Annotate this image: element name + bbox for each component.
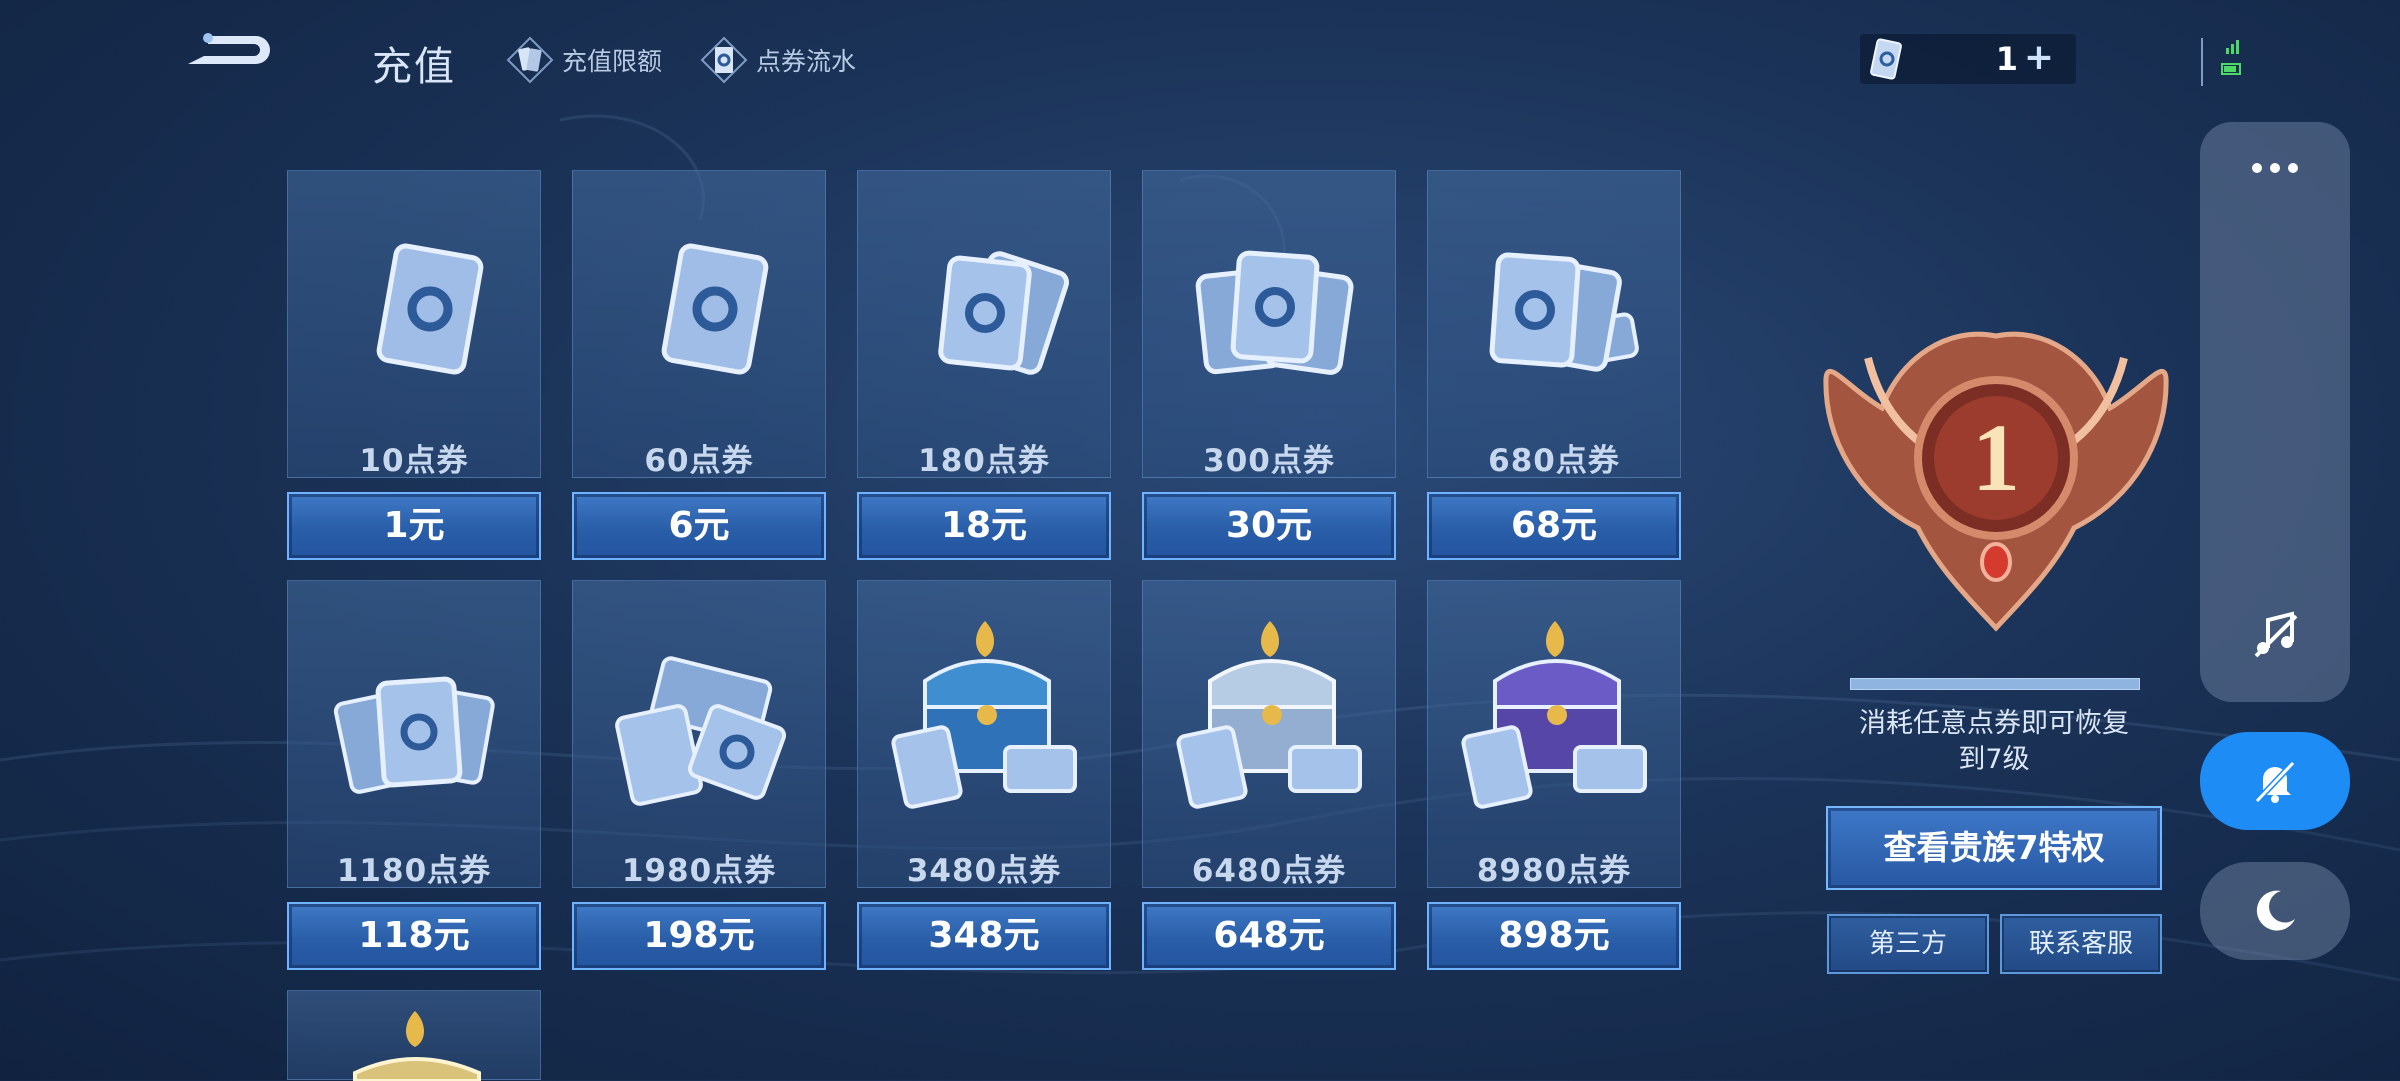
noble-level-number: 1 [1972, 404, 2020, 511]
price-button[interactable]: 898元 [1427, 902, 1681, 970]
price-button[interactable]: 198元 [572, 902, 826, 970]
product-amount: 1980点券 [621, 853, 777, 889]
purple-chest-icon [1461, 621, 1647, 809]
product-amount: 10点券 [359, 443, 469, 479]
signal-battery-icon [2201, 38, 2241, 86]
coupon-single-icon [661, 243, 769, 375]
product-card[interactable]: 3480点券 [857, 580, 1111, 889]
coupon-flow-link[interactable]: 点券流水 [700, 36, 856, 84]
price-button[interactable]: 6元 [572, 492, 826, 560]
restore-hint: 消耗任意点券即可恢复 到7级 [1820, 706, 2168, 778]
price-button[interactable]: 348元 [857, 902, 1111, 970]
product-amount: 60点券 [644, 443, 754, 479]
product-amount: 3480点券 [906, 853, 1062, 889]
third-party-button[interactable]: 第三方 [1827, 914, 1989, 974]
silver-chest-icon [1176, 621, 1362, 809]
dark-mode-toggle[interactable] [2200, 862, 2350, 960]
card-diamond-icon [506, 36, 554, 84]
product-amount: 300点券 [1203, 443, 1335, 479]
back-button[interactable] [178, 30, 278, 82]
moon-icon [2256, 890, 2295, 931]
product-amount: 180点券 [918, 443, 1050, 479]
restore-hint-line2: 到7级 [1958, 744, 2030, 775]
coupon-pile-icon [333, 676, 495, 794]
coupon-flow-label: 点券流水 [756, 47, 857, 76]
more-dots-icon[interactable] [2250, 156, 2300, 180]
coupon-triple-icon [1195, 250, 1354, 375]
product-card[interactable]: 10点券 [287, 170, 541, 479]
contact-service-button[interactable]: 联系客服 [2000, 914, 2162, 974]
mute-toggle[interactable] [2200, 732, 2350, 830]
product-card[interactable]: 180点券 [857, 170, 1111, 479]
product-card[interactable]: 1180点券 [287, 580, 541, 889]
coupon-single-icon [376, 243, 484, 375]
product-card[interactable]: 6480点券 [1142, 580, 1396, 889]
coupon-diamond-icon [700, 36, 748, 84]
view-noble-privileges-button[interactable]: 查看贵族7特权 [1826, 806, 2162, 890]
product-amount: 8980点券 [1476, 853, 1632, 889]
coupon-balance-value: 1 [1995, 40, 2018, 78]
product-card[interactable]: 680点券 [1427, 170, 1681, 479]
price-button[interactable]: 18元 [857, 492, 1111, 560]
noble-level-badge: 1 [1823, 331, 2169, 632]
price-button[interactable]: 68元 [1427, 492, 1681, 560]
coupon-double-icon [938, 251, 1070, 375]
coupon-balance[interactable]: 1 + [1860, 34, 2076, 84]
product-card[interactable]: 1980点券 [572, 580, 826, 889]
recharge-limit-label: 充值限额 [562, 47, 663, 76]
product-amount: 680点券 [1488, 443, 1620, 479]
product-amount: 1180点券 [336, 853, 492, 889]
gold-chest-icon [353, 1011, 481, 1081]
price-button[interactable]: 118元 [287, 902, 541, 970]
coupon-stack-icon [1489, 252, 1639, 372]
product-card[interactable] [287, 990, 541, 1081]
recharge-limit-link[interactable]: 充值限额 [506, 36, 662, 84]
bell-off-icon [2254, 760, 2296, 804]
product-card[interactable]: 8980点券 [1427, 580, 1681, 889]
product-card[interactable]: 300点券 [1142, 170, 1396, 479]
price-button[interactable]: 30元 [1142, 492, 1396, 560]
music-off-icon[interactable] [2252, 610, 2298, 660]
product-card[interactable]: 60点券 [572, 170, 826, 479]
add-coupon-button[interactable]: + [2024, 40, 2054, 76]
blue-chest-icon [891, 621, 1077, 809]
price-button[interactable]: 648元 [1142, 902, 1396, 970]
page-title: 充值 [372, 44, 456, 90]
back-arrow-icon [188, 33, 270, 64]
restore-hint-line1: 消耗任意点券即可恢复 [1859, 708, 2129, 739]
coupon-icon [1870, 38, 1902, 80]
price-button[interactable]: 1元 [287, 492, 541, 560]
product-amount: 6480点券 [1191, 853, 1347, 889]
coupon-heap-icon [615, 656, 787, 806]
noble-progress-bar [1850, 678, 2140, 690]
